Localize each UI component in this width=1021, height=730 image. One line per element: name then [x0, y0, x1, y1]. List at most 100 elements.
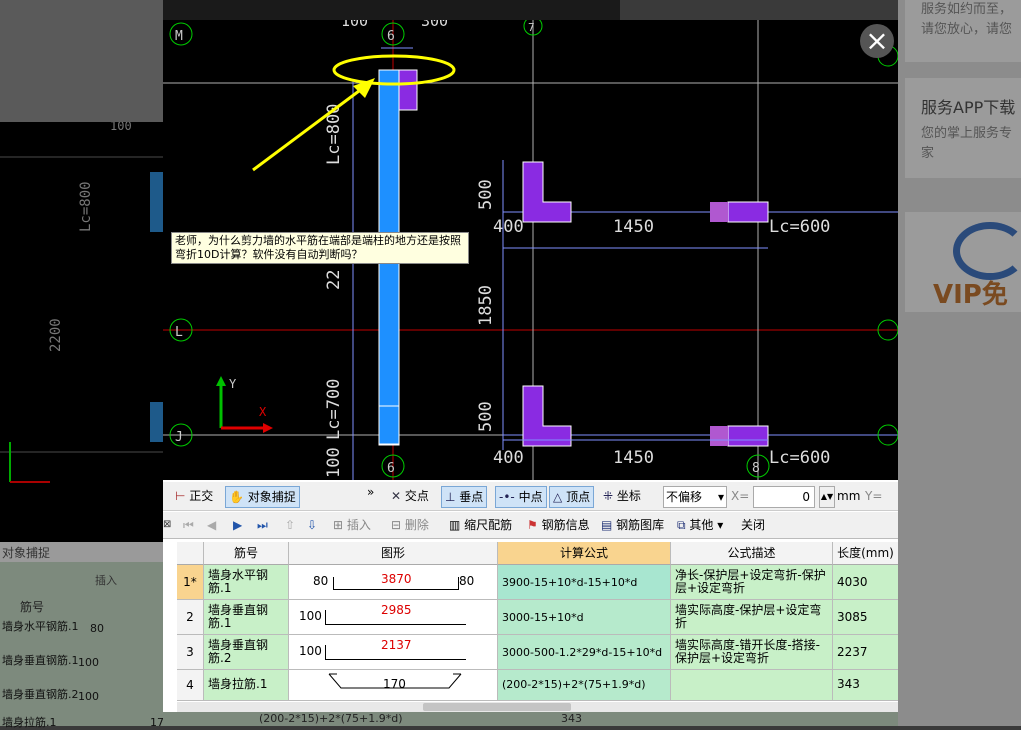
bg-nav-insert: 插入 — [95, 574, 117, 587]
close-icon[interactable]: × — [860, 24, 894, 58]
snap-toolbar: ⊢ 正交 ✋ 对象捕捉 » ✕ 交点 ⊥ 垂点 -•- 中点 △ 顶点 ⁜ 坐标… — [163, 482, 898, 511]
scale-rebar-button[interactable]: ▥ 缩尺配筋 — [449, 516, 512, 534]
next-record-icon[interactable]: ▶ — [233, 516, 242, 534]
rebar-info-label: 钢筋信息 — [541, 518, 590, 532]
bar-name: 墙身垂直钢筋.1 — [208, 603, 269, 630]
perpendicular-button[interactable]: ⊥ 垂点 — [441, 486, 488, 508]
rebar-shape-cell[interactable]: 100 2985 — [289, 600, 498, 635]
table-row[interactable]: 墙身拉筋.1 — [204, 670, 289, 701]
formula-cell[interactable]: 3000-15+10*d — [498, 600, 671, 635]
formula-cell[interactable]: 3000-500-1.2*29*d-15+10*d — [498, 635, 671, 670]
rebar-shape-cell[interactable]: 80 3870 80 — [289, 565, 498, 600]
length-cell[interactable]: 343 — [833, 670, 898, 701]
perpendicular-icon: ⊥ — [445, 490, 456, 504]
formula-cell[interactable]: (200-2*15)+2*(75+1.9*d) — [498, 670, 671, 701]
bg-left-ribbon: 对象捕捉 — [0, 542, 163, 562]
dim-label: 1450 — [613, 217, 654, 237]
header-bar-no[interactable]: 筋号 — [204, 542, 289, 565]
delete-label: 删除 — [404, 518, 429, 532]
rebar-info-button[interactable]: ⚑ 钢筋信息 — [527, 516, 590, 534]
table-row[interactable]: 墙身水平钢筋.1 — [204, 565, 289, 600]
header-shape[interactable]: 图形 — [289, 542, 498, 565]
description-cell[interactable] — [671, 670, 833, 701]
formula-cell[interactable]: 3900-15+10*d-15+10*d — [498, 565, 671, 600]
insert-button[interactable]: ⊞ 插入 — [333, 516, 371, 534]
snap-label: 对象捕捉 — [247, 490, 296, 504]
description-cell[interactable]: 净长-保护层+设定弯折-保护层+设定弯折 — [671, 565, 833, 600]
bg-bottom-strip: (200-2*15)+2*(75+1.9*d) 343 — [163, 712, 898, 726]
shape-mid-value: 2985 — [381, 603, 412, 617]
dim-label: 500 — [476, 179, 496, 210]
more-button[interactable]: » — [367, 482, 374, 502]
bg-cad-drawing: 100 Lc=800 2200 — [0, 119, 163, 483]
table-row[interactable]: 墙身垂直钢筋.2 — [204, 635, 289, 670]
ortho-label: 正交 — [189, 489, 214, 503]
horizontal-scrollbar[interactable] — [177, 702, 898, 712]
axis-label: 6 — [387, 461, 395, 476]
scrollbar-thumb[interactable] — [423, 703, 571, 711]
other-button[interactable]: ⧉ 其他 ▾ — [677, 516, 723, 534]
dim-label: 100 — [341, 20, 368, 30]
rebar-shape-cell[interactable]: 170 — [289, 670, 498, 701]
bg-row-name: 墙身水平钢筋.1 — [2, 620, 79, 633]
midpoint-button[interactable]: -•- 中点 — [495, 486, 547, 508]
header-formula[interactable]: 计算公式 — [498, 542, 671, 565]
snap-button[interactable]: ✋ 对象捕捉 — [225, 486, 300, 508]
x-input-value: 0 — [802, 490, 810, 504]
bg-vip-text: VIP免 — [933, 280, 1008, 310]
close-small-icon[interactable]: ⊠ — [163, 516, 171, 534]
offset-select[interactable]: 不偏移 ▾ — [663, 486, 727, 508]
rebar-library-label: 钢筋图库 — [616, 518, 665, 532]
first-record-icon[interactable]: ⏮ — [183, 516, 194, 534]
delete-button[interactable]: ⊟ 删除 — [391, 516, 429, 534]
length-value: 3085 — [837, 610, 868, 624]
rebar-table: 筋号 图形 计算公式 公式描述 长度(mm) 1* 墙身水平钢筋.1 80 38… — [177, 542, 898, 712]
table-row[interactable]: 墙身垂直钢筋.1 — [204, 600, 289, 635]
y-label: Y= — [865, 489, 883, 503]
bg-row-value: 100 — [78, 656, 99, 669]
rebar-library-button[interactable]: ▤ 钢筋图库 — [601, 516, 664, 534]
row-index[interactable]: 1* — [177, 565, 204, 600]
cad-view[interactable]: M L J 6 6 7 8 100 300 Lc=800 22 Lc=700 1… — [163, 20, 898, 480]
formula-text: 3900-15+10*d-15+10*d — [502, 576, 638, 589]
scale-icon: ▥ — [449, 518, 461, 532]
coordinate-button[interactable]: ⁜ 坐标 — [603, 486, 641, 506]
row-index[interactable]: 2 — [177, 600, 204, 635]
column-shape[interactable] — [398, 69, 418, 111]
vertex-button[interactable]: △ 顶点 — [549, 486, 595, 508]
description-cell[interactable]: 墙实际高度-保护层+设定弯折 — [671, 600, 833, 635]
question-tooltip: 老师，为什么剪力墙的水平筋在端部是端柱的地方还是按照弯折10D计算？软件没有自动… — [171, 232, 469, 264]
x-spinner[interactable]: ▲▼ — [819, 486, 835, 508]
rebar-shape-cell[interactable]: 100 2137 — [289, 635, 498, 670]
header-length[interactable]: 长度(mm) — [833, 542, 898, 565]
move-down-icon[interactable]: ⇩ — [307, 516, 317, 534]
dim-label: Lc=700 — [324, 379, 344, 440]
close-button[interactable]: 关闭 — [741, 516, 765, 534]
dim-label: 400 — [493, 448, 524, 468]
vertex-icon: △ — [553, 490, 563, 504]
bg-row-value: 80 — [90, 622, 104, 635]
move-up-icon[interactable]: ⇧ — [285, 516, 295, 534]
bg-row-name: 墙身垂直钢筋.2 — [2, 688, 79, 701]
ortho-button[interactable]: ⊢ 正交 — [175, 486, 213, 506]
rebar-navbar: ⊠ ⏮ ◀ ▶ ⏭ ⇧ ⇩ ⊞ 插入 ⊟ 删除 ▥ 缩尺配筋 ⚑ 钢筋信息 ▤ … — [163, 512, 898, 539]
intersection-button[interactable]: ✕ 交点 — [391, 486, 429, 506]
formula-text: 3000-500-1.2*29*d-15+10*d — [502, 646, 663, 659]
vertex-label: 顶点 — [566, 490, 591, 504]
description-text: 墙实际高度-保护层+设定弯折 — [675, 603, 822, 630]
length-cell[interactable]: 4030 — [833, 565, 898, 600]
length-cell[interactable]: 3085 — [833, 600, 898, 635]
row-index[interactable]: 3 — [177, 635, 204, 670]
annotation-arrow — [252, 86, 364, 172]
prev-record-icon[interactable]: ◀ — [207, 516, 216, 534]
last-record-icon[interactable]: ⏭ — [257, 516, 268, 534]
header-description[interactable]: 公式描述 — [671, 542, 833, 565]
bg-app-title: 服务APP下载 — [921, 98, 1016, 117]
bar-name: 墙身水平钢筋.1 — [208, 568, 269, 595]
svg-text:2200: 2200 — [48, 318, 64, 352]
row-index[interactable]: 4 — [177, 670, 204, 701]
length-cell[interactable]: 2237 — [833, 635, 898, 670]
x-input[interactable]: 0 — [753, 486, 815, 508]
description-cell[interactable]: 墙实际高度-错开长度-搭接-保护层+设定弯折 — [671, 635, 833, 670]
dim-label: 22 — [324, 270, 344, 290]
